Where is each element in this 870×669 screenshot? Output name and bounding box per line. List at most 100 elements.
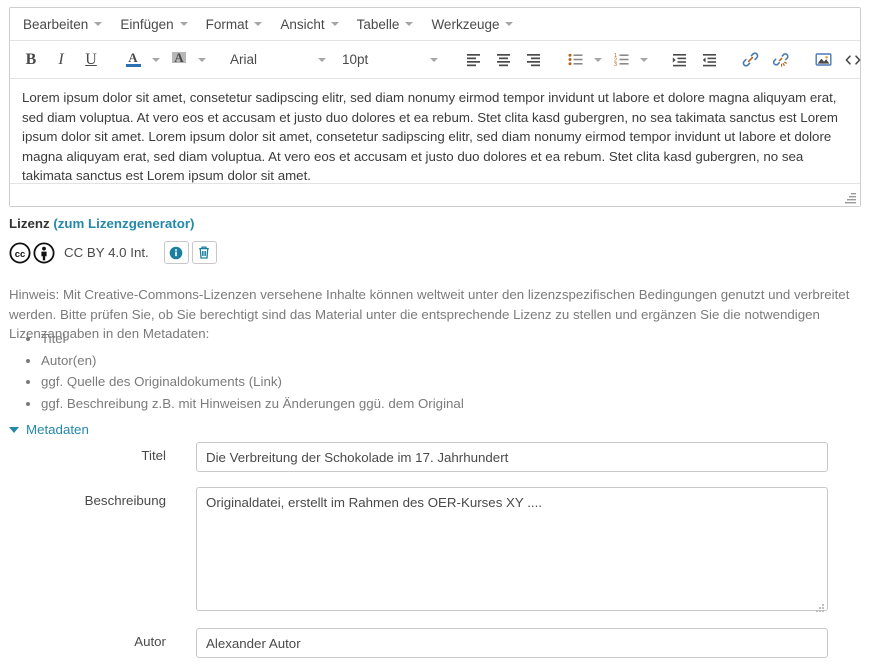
license-info-button[interactable] [164, 241, 189, 264]
unlink-icon [772, 51, 790, 69]
list-item: ggf. Beschreibung z.B. mit Hinweisen zu … [41, 393, 464, 415]
toolbar-group-font: Arial 10pt [218, 41, 450, 78]
chevron-down-icon [254, 22, 262, 26]
align-right-icon [525, 51, 542, 68]
toolbar-group-align [454, 41, 552, 78]
unlink-button[interactable] [766, 46, 796, 74]
background-color-dropdown[interactable] [194, 46, 210, 74]
align-right-button[interactable] [518, 46, 548, 74]
insert-link-button[interactable] [736, 46, 766, 74]
title-field-label: Titel [0, 442, 196, 463]
license-delete-button[interactable] [192, 241, 217, 264]
license-actions [164, 241, 217, 264]
menu-ansicht-label: Ansicht [280, 17, 324, 32]
font-family-value: Arial [230, 52, 257, 67]
toolbar-group-lists: 123 [556, 41, 656, 78]
align-center-icon [495, 51, 512, 68]
bold-button[interactable]: B [16, 46, 46, 74]
align-left-button[interactable] [458, 46, 488, 74]
description-textarea[interactable]: Originaldatei, erstellt im Rahmen des OE… [196, 487, 828, 611]
font-size-select[interactable]: 10pt [334, 46, 446, 74]
menu-format-label: Format [206, 17, 249, 32]
chevron-down-icon [505, 22, 513, 26]
list-item: Autor(en) [41, 350, 464, 372]
field-row-author: Autor [0, 628, 828, 658]
font-family-select[interactable]: Arial [222, 46, 334, 74]
text-color-button[interactable]: A [118, 46, 148, 74]
page-root: Bearbeiten Einfügen Format Ansicht Tabel… [0, 0, 870, 669]
toolbar-group-colors: A A [114, 41, 214, 78]
menu-einfuegen-label: Einfügen [120, 17, 173, 32]
license-heading: Lizenz (zum Lizenzgenerator) [9, 216, 194, 231]
editor-menubar: Bearbeiten Einfügen Format Ansicht Tabel… [10, 8, 860, 41]
chevron-down-icon [640, 58, 648, 62]
menu-werkzeuge[interactable]: Werkzeuge [423, 13, 521, 36]
menu-bearbeiten-label: Bearbeiten [23, 17, 88, 32]
indent-button[interactable] [664, 46, 694, 74]
text-color-letter: A [128, 52, 137, 63]
creative-commons-icon: cc [9, 242, 31, 264]
editor-resize-handle[interactable] [845, 192, 857, 204]
text-color-swatch [126, 64, 141, 67]
license-requirements-list: Titel Autor(en) ggf. Quelle des Original… [9, 328, 464, 414]
license-row: cc CC BY 4.0 Int. [9, 241, 217, 264]
align-center-button[interactable] [488, 46, 518, 74]
numbered-list-dropdown[interactable] [636, 46, 652, 74]
metadata-section-label: Metadaten [26, 422, 89, 437]
field-row-description: Beschreibung Originaldatei, erstellt im … [0, 487, 828, 616]
info-icon [169, 246, 183, 260]
bullet-list-dropdown[interactable] [590, 46, 606, 74]
cc-by-attribution-icon [33, 242, 55, 264]
editor-status-bar [10, 183, 860, 206]
menu-werkzeuge-label: Werkzeuge [431, 17, 499, 32]
menu-format[interactable]: Format [198, 13, 271, 36]
menu-ansicht[interactable]: Ansicht [272, 13, 346, 36]
bullet-list-button[interactable] [560, 46, 590, 74]
link-icon [742, 51, 760, 69]
chevron-down-icon [9, 427, 19, 433]
bullet-list-icon [567, 51, 584, 68]
italic-button[interactable]: I [46, 46, 76, 74]
svg-text:cc: cc [15, 249, 26, 260]
toolbar-group-text-style: B I U [12, 41, 110, 78]
menu-tabelle-label: Tabelle [357, 17, 400, 32]
source-code-icon [844, 53, 862, 67]
numbered-list-button[interactable]: 123 [606, 46, 636, 74]
background-color-swatch [172, 64, 187, 67]
editor-content-area[interactable]: Lorem ipsum dolor sit amet, consetetur s… [10, 79, 860, 183]
underline-button[interactable]: U [76, 46, 106, 74]
text-color-dropdown[interactable] [148, 46, 164, 74]
menu-einfuegen[interactable]: Einfügen [112, 13, 195, 36]
metadata-section-toggle[interactable]: Metadaten [9, 422, 89, 437]
align-left-icon [465, 51, 482, 68]
source-code-button[interactable] [838, 46, 868, 74]
svg-text:3: 3 [614, 62, 617, 68]
list-item: Titel [41, 328, 464, 350]
outdent-button[interactable] [694, 46, 724, 74]
author-input[interactable] [196, 628, 828, 658]
rich-text-editor: Bearbeiten Einfügen Format Ansicht Tabel… [9, 7, 861, 207]
chevron-down-icon [594, 58, 602, 62]
toolbar-group-link [732, 41, 800, 78]
cc-badges: cc [9, 242, 55, 264]
chevron-down-icon [405, 22, 413, 26]
outdent-icon [701, 51, 718, 68]
insert-image-button[interactable] [808, 46, 838, 74]
chevron-down-icon [180, 22, 188, 26]
background-color-button[interactable]: A [164, 46, 194, 74]
menu-tabelle[interactable]: Tabelle [349, 13, 422, 36]
license-generator-link[interactable]: (zum Lizenzgenerator) [53, 216, 194, 231]
menu-bearbeiten[interactable]: Bearbeiten [15, 13, 110, 36]
numbered-list-icon: 123 [613, 51, 630, 68]
list-item: ggf. Quelle des Originaldokuments (Link) [41, 371, 464, 393]
description-field-label: Beschreibung [0, 487, 196, 508]
toolbar-group-insert [804, 41, 870, 78]
editor-toolbar: B I U A A [10, 41, 860, 79]
title-input[interactable] [196, 442, 828, 472]
trash-icon [197, 245, 211, 260]
license-heading-label: Lizenz [9, 216, 50, 231]
author-field-label: Autor [0, 628, 196, 649]
indent-icon [671, 51, 688, 68]
field-row-title: Titel [0, 442, 828, 472]
editor-paragraph: Lorem ipsum dolor sit amet, consetetur s… [22, 88, 848, 183]
